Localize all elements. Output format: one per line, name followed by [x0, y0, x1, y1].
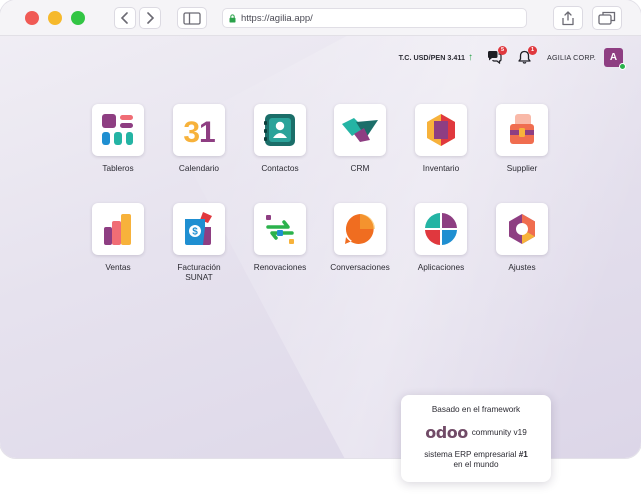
- exchange-rate-label: T.C. USD/PEN 3.411: [398, 52, 465, 62]
- online-status-dot: [619, 62, 626, 70]
- apps-icon: [425, 213, 457, 245]
- app-label: Ajustes: [508, 262, 536, 272]
- app-tile: [334, 104, 386, 156]
- tabs-icon: [598, 11, 616, 25]
- badge-line1: Basado en el framework: [431, 405, 521, 414]
- renewals-icon: [266, 215, 294, 244]
- avatar-initial: A: [609, 51, 618, 63]
- odoo-logo: odoo: [425, 423, 468, 442]
- tabs-overview-button[interactable]: [592, 6, 622, 30]
- forward-button[interactable]: [139, 7, 161, 29]
- framework-badge-card: Basado en el framework odoo community v1…: [401, 395, 551, 482]
- badge-line3-bold: #1: [518, 450, 528, 459]
- app-tile: 31: [173, 104, 225, 156]
- supplier-icon: [510, 114, 534, 144]
- app-tile: [92, 203, 144, 255]
- badge-line3-prefix: sistema ERP empresarial: [424, 450, 519, 459]
- badge-version: community v19: [471, 428, 527, 437]
- share-button[interactable]: [553, 6, 583, 30]
- app-label: Contactos: [261, 163, 299, 173]
- app-crm[interactable]: CRM: [318, 104, 402, 173]
- url-text: https://agilia.app/: [241, 12, 313, 24]
- share-icon: [562, 10, 574, 25]
- invoicing-icon: $: [185, 212, 212, 245]
- app-label: Conversaciones: [330, 262, 390, 272]
- app-tile: [92, 104, 144, 156]
- badge-tagline: sistema ERP empresarial #1 en el mundo: [401, 450, 551, 470]
- app-label: Ventas: [105, 262, 131, 272]
- browser-toolbar: https://agilia.app/: [0, 0, 641, 36]
- app-label: Renovaciones: [253, 262, 307, 272]
- maximize-window-button[interactable]: [71, 11, 85, 25]
- inventory-icon: [427, 114, 455, 146]
- app-tile: [415, 203, 467, 255]
- app-supplier[interactable]: Supplier: [480, 104, 564, 173]
- app-renovaciones[interactable]: Renovaciones: [238, 203, 322, 272]
- minimize-window-button[interactable]: [48, 11, 62, 25]
- app-tile: [496, 203, 548, 255]
- conversations-icon: [345, 214, 375, 244]
- back-button[interactable]: [114, 7, 136, 29]
- browser-window: https://agilia.app/ T.C. USD/PEN 3.411 ↑…: [0, 0, 641, 458]
- app-label: CRM: [350, 163, 370, 173]
- svg-text:$: $: [192, 227, 198, 238]
- close-window-button[interactable]: [25, 11, 39, 25]
- sales-icon: [104, 214, 131, 245]
- app-tile: [496, 104, 548, 156]
- exchange-rate[interactable]: T.C. USD/PEN 3.411 ↑: [399, 52, 473, 63]
- notifications-button[interactable]: 1: [517, 46, 537, 65]
- badge-logo-row: odoo community v19: [401, 423, 551, 442]
- crm-icon: [342, 118, 378, 142]
- dashboards-icon: [102, 114, 133, 145]
- badge-line4: en el mundo: [453, 460, 499, 469]
- app-tile: [254, 203, 306, 255]
- app-tile: [334, 203, 386, 255]
- app-tile: $: [173, 203, 225, 255]
- contacts-icon: [264, 114, 295, 146]
- notifications-count-badge: 1: [527, 46, 537, 55]
- app-label: Inventario: [422, 163, 460, 173]
- app-contactos[interactable]: Contactos: [238, 104, 322, 173]
- app-label-line2: SUNAT: [185, 272, 213, 282]
- sidebar-icon: [183, 11, 201, 25]
- messages-button[interactable]: 5: [487, 46, 507, 65]
- sidebar-toggle-button[interactable]: [177, 7, 207, 29]
- user-avatar[interactable]: A: [604, 47, 626, 70]
- app-label: Aplicaciones: [417, 262, 465, 272]
- company-switcher[interactable]: AGILIA CORP.: [547, 53, 596, 62]
- settings-icon: [509, 214, 535, 244]
- app-conversaciones[interactable]: Conversaciones: [318, 203, 402, 272]
- app-ventas[interactable]: Ventas: [76, 203, 160, 272]
- odoo-systray: T.C. USD/PEN 3.411 ↑ 5 1 AGILIA CORP. A: [399, 46, 626, 70]
- address-bar[interactable]: https://agilia.app/: [222, 8, 527, 28]
- arrow-up-icon: ↑: [467, 51, 473, 63]
- chevron-left-icon: [120, 12, 128, 24]
- app-label: Facturación SUNAT: [157, 262, 241, 282]
- lock-icon: [229, 13, 236, 22]
- svg-text:31: 31: [183, 116, 215, 148]
- app-facturacion-sunat[interactable]: $ Facturación SUNAT: [157, 203, 241, 282]
- app-label: Calendario: [178, 163, 220, 173]
- chevron-right-icon: [147, 12, 155, 24]
- app-calendario[interactable]: 31 Calendario: [157, 104, 241, 173]
- app-label-line1: Facturación: [177, 262, 221, 272]
- calendar-icon: 31: [183, 116, 216, 148]
- app-label: Supplier: [506, 163, 538, 173]
- app-ajustes[interactable]: Ajustes: [480, 203, 564, 272]
- messages-count-badge: 5: [497, 46, 507, 55]
- app-aplicaciones[interactable]: Aplicaciones: [399, 203, 483, 272]
- app-tile: [254, 104, 306, 156]
- app-tableros[interactable]: Tableros: [76, 104, 160, 173]
- app-tile: [415, 104, 467, 156]
- app-inventario[interactable]: Inventario: [399, 104, 483, 173]
- app-label: Tableros: [102, 163, 134, 173]
